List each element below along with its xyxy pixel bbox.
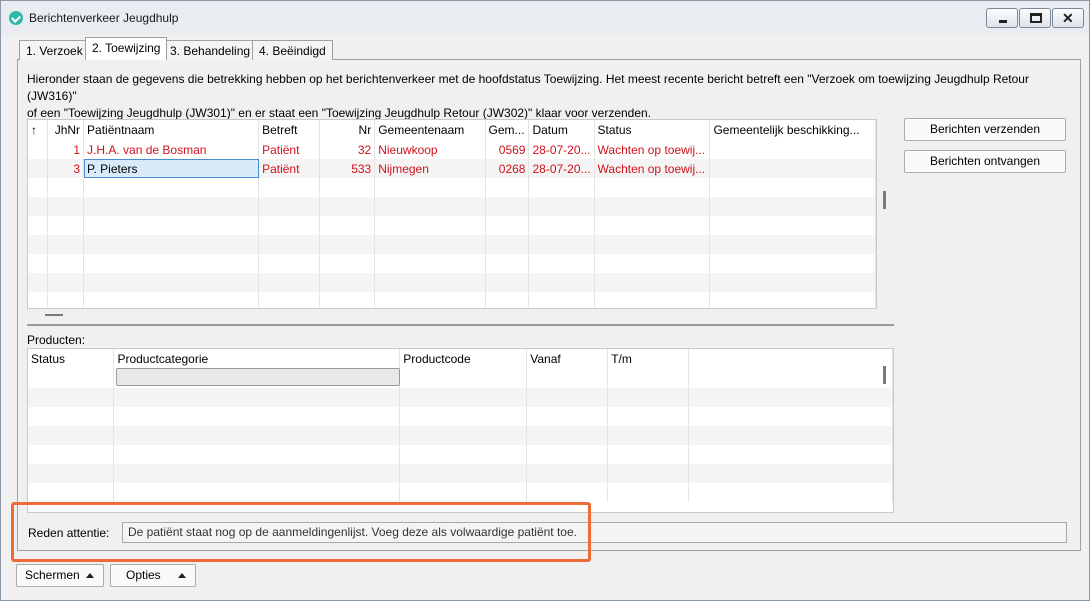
empty-row bbox=[28, 254, 876, 273]
empty-row bbox=[28, 216, 876, 235]
tab-beeindigd[interactable]: 4. Beëindigd bbox=[252, 40, 333, 60]
empty-row bbox=[28, 407, 893, 426]
cell-patient[interactable]: J.H.A. van de Bosman bbox=[83, 140, 260, 159]
cell-jhnr[interactable]: 3 bbox=[47, 159, 85, 178]
col-gem-header[interactable]: Gem... bbox=[485, 120, 530, 140]
caret-up-icon bbox=[178, 573, 186, 578]
col-betreft-header[interactable]: Betreft bbox=[258, 120, 321, 140]
schermen-label: Schermen bbox=[25, 568, 80, 582]
cell-gem[interactable]: 0268 bbox=[485, 159, 530, 178]
info-line-1: Hieronder staan de gegevens die betrekki… bbox=[27, 72, 1029, 103]
maximize-button[interactable] bbox=[1019, 8, 1051, 28]
empty-row bbox=[28, 292, 876, 308]
table-row[interactable]: 3 P. Pieters Patiënt 533 Nijmegen 0268 2… bbox=[28, 159, 876, 178]
cell-beschikking[interactable] bbox=[709, 159, 876, 178]
title-bar[interactable]: Berichtenverkeer Jeugdhulp ✕ bbox=[1, 1, 1089, 35]
cell-beschikking[interactable] bbox=[709, 140, 876, 159]
cell-nr[interactable]: 32 bbox=[319, 140, 376, 159]
cell-status[interactable]: Wachten op toewij... bbox=[594, 159, 711, 178]
opties-button[interactable]: Opties bbox=[110, 564, 196, 587]
empty-row bbox=[28, 464, 893, 483]
window-title: Berichtenverkeer Jeugdhulp bbox=[29, 11, 179, 25]
cell-datum[interactable]: 28-07-20... bbox=[528, 140, 595, 159]
empty-row bbox=[28, 426, 893, 445]
cell-status[interactable]: Wachten op toewij... bbox=[594, 140, 711, 159]
products-scrollbar[interactable] bbox=[883, 366, 886, 384]
attention-highlight bbox=[11, 502, 591, 562]
minimize-button[interactable] bbox=[986, 8, 1018, 28]
col-productcategorie-header[interactable]: Productcategorie bbox=[113, 349, 401, 369]
empty-row bbox=[28, 445, 893, 464]
col-tm-header[interactable]: T/m bbox=[607, 349, 690, 369]
empty-row bbox=[28, 178, 876, 197]
messages-grid[interactable]: ↑ JhNr Patiëntnaam Betreft Nr Gemeentena… bbox=[27, 119, 877, 309]
col-patient-header[interactable]: Patiëntnaam bbox=[83, 120, 260, 140]
col-status-header[interactable]: Status bbox=[594, 120, 711, 140]
col-status-header[interactable]: Status bbox=[28, 349, 115, 369]
messages-hscroll[interactable] bbox=[45, 314, 63, 316]
col-productcode-header[interactable]: Productcode bbox=[399, 349, 528, 369]
col-beschikking-header[interactable]: Gemeentelijk beschikking... bbox=[709, 120, 876, 140]
messages-scrollbar[interactable] bbox=[883, 191, 886, 209]
col-vanaf-header[interactable]: Vanaf bbox=[526, 349, 609, 369]
cell-datum[interactable]: 28-07-20... bbox=[528, 159, 595, 178]
cell-gemeente[interactable]: Nijmegen bbox=[374, 159, 486, 178]
productcategorie-filter-input[interactable] bbox=[116, 368, 400, 386]
cell-gem[interactable]: 0569 bbox=[485, 140, 530, 159]
minimize-icon bbox=[999, 20, 1007, 23]
caret-up-icon bbox=[86, 573, 94, 578]
main-window: Berichtenverkeer Jeugdhulp ✕ 1. Verzoek … bbox=[0, 0, 1090, 601]
table-row[interactable]: 1 J.H.A. van de Bosman Patiënt 32 Nieuwk… bbox=[28, 140, 876, 159]
tab-toewijzing[interactable]: 2. Toewijzing bbox=[85, 37, 168, 60]
close-icon: ✕ bbox=[1062, 10, 1074, 26]
app-heart-icon bbox=[9, 11, 23, 25]
empty-row bbox=[28, 388, 893, 407]
products-label: Producten: bbox=[27, 333, 86, 347]
splitter[interactable] bbox=[27, 324, 894, 326]
cell-betreft[interactable]: Patiënt bbox=[258, 140, 321, 159]
close-button[interactable]: ✕ bbox=[1052, 8, 1084, 28]
cell-nr[interactable]: 533 bbox=[319, 159, 376, 178]
info-text: Hieronder staan de gegevens die betrekki… bbox=[27, 71, 1077, 122]
tab-verzoek[interactable]: 1. Verzoek bbox=[19, 40, 90, 60]
maximize-icon bbox=[1030, 13, 1042, 23]
cell-patient-selected[interactable]: P. Pieters bbox=[83, 159, 260, 178]
col-datum-header[interactable]: Datum bbox=[528, 120, 595, 140]
opties-label: Opties bbox=[126, 568, 161, 582]
schermen-button[interactable]: Schermen bbox=[16, 564, 104, 587]
row-flag bbox=[28, 140, 49, 159]
col-gemeente-header[interactable]: Gemeentenaam bbox=[374, 120, 486, 140]
send-messages-button[interactable]: Berichten verzenden bbox=[904, 118, 1066, 141]
col-jhnr-header[interactable]: JhNr bbox=[47, 120, 85, 140]
cell-betreft[interactable]: Patiënt bbox=[258, 159, 321, 178]
col-flag-header[interactable]: ↑ bbox=[28, 120, 49, 140]
cell-gemeente[interactable]: Nieuwkoop bbox=[374, 140, 486, 159]
tab-behandeling[interactable]: 3. Behandeling bbox=[163, 40, 258, 60]
row-flag bbox=[28, 159, 49, 178]
empty-row bbox=[28, 235, 876, 254]
empty-row bbox=[28, 483, 893, 502]
receive-messages-button[interactable]: Berichten ontvangen bbox=[904, 150, 1066, 173]
empty-row bbox=[28, 197, 876, 216]
col-nr-header[interactable]: Nr bbox=[319, 120, 376, 140]
cell-jhnr[interactable]: 1 bbox=[47, 140, 85, 159]
empty-row bbox=[28, 273, 876, 292]
